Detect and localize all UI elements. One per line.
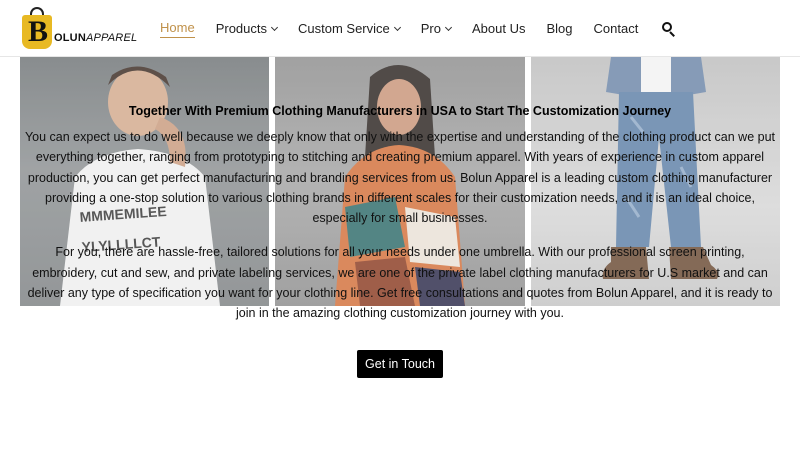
search-icon[interactable] (662, 21, 676, 37)
nav-item-pro[interactable]: Pro (420, 0, 453, 57)
brand-name: OLUNAPPAREL (54, 32, 137, 44)
nav-label: Custom Service (298, 21, 390, 36)
intro-paragraph-2: For you, there are hassle-free, tailored… (27, 245, 773, 321)
nav-label: About Us (471, 21, 526, 36)
intro-paragraph-1: You can expect us to do well because we … (24, 130, 776, 226)
logo-bag-icon: B (18, 5, 60, 53)
nav-item-products[interactable]: Products (215, 0, 279, 57)
nav-item-home[interactable]: Home (160, 0, 195, 57)
nav-label: Blog (546, 21, 573, 36)
main-nav: Home Products Custom Service Pro About U… (160, 0, 676, 57)
nav-item-blog[interactable]: Blog (546, 0, 572, 57)
nav-label: Pro (420, 21, 441, 36)
nav-label: Contact (593, 21, 639, 36)
nav-label: Home (160, 20, 195, 38)
brand-logo[interactable]: B OLUNAPPAREL (18, 4, 148, 54)
intro-section: Together With Premium Clothing Manufactu… (20, 100, 780, 324)
chevron-down-icon (393, 23, 401, 31)
nav-item-contact[interactable]: Contact (594, 0, 639, 57)
get-in-touch-button[interactable]: Get in Touch (357, 350, 443, 378)
section-heading: Together With Premium Clothing Manufactu… (128, 104, 672, 118)
nav-label: Products (215, 21, 267, 36)
nav-item-about-us[interactable]: About Us (472, 0, 525, 57)
site-header: B OLUNAPPAREL Home Products Custom Servi… (0, 0, 800, 57)
nav-item-custom-service[interactable]: Custom Service (298, 0, 401, 57)
chevron-down-icon (270, 23, 279, 31)
brand-name-rest: APPAREL (85, 32, 138, 44)
chevron-down-icon (444, 23, 453, 31)
